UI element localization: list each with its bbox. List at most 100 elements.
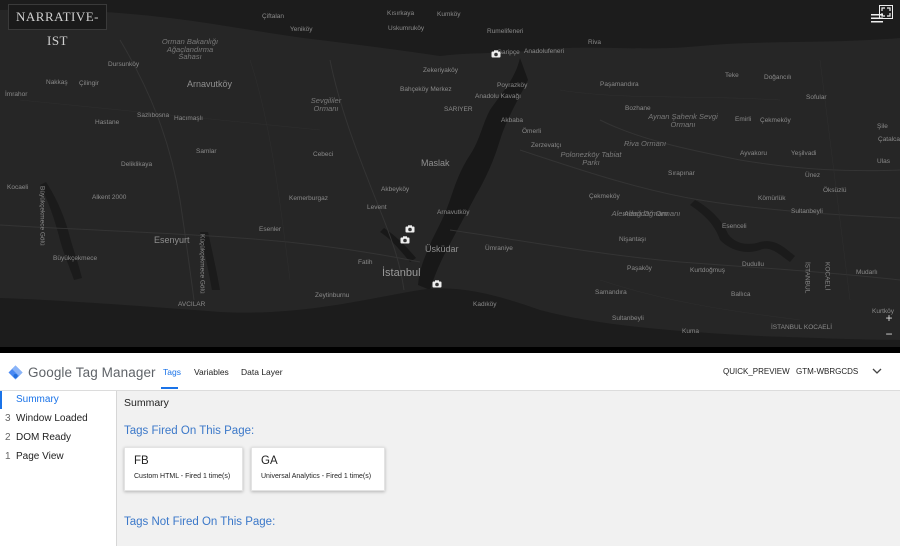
tag-card-ga[interactable]: GA Universal Analytics - Fired 1 time(s)	[251, 447, 385, 491]
map-place-label: Ballıca	[731, 291, 751, 298]
camera-marker-icon[interactable]	[432, 280, 442, 288]
event-sidebar: Summary 3 Window Loaded 2 DOM Ready 1 Pa…	[0, 391, 117, 546]
map-place-label: Arnavutköy	[187, 79, 233, 89]
map-place-label: Deliklikaya	[121, 161, 153, 168]
map-place-label: İstanbul	[382, 267, 421, 279]
map-place-label: Nakkaş	[46, 79, 68, 86]
map-place-label: Zekeriyaköy	[423, 67, 459, 74]
map-place-label: Anadolu Kavağı	[475, 93, 521, 100]
tag-name: FB	[134, 455, 149, 467]
tags-fired-heading: Tags Fired On This Page:	[124, 425, 255, 437]
map-place-label: Yeniköy	[290, 26, 313, 33]
map-place-label: Orman Bakanlığı Ağaçlandırma Sahası	[161, 37, 219, 61]
sea-of-marmara	[0, 288, 900, 347]
map-place-label: Öksüzlü	[823, 187, 847, 194]
map-place-label: Alkent 2000	[92, 194, 127, 201]
chevron-down-icon[interactable]	[872, 367, 882, 375]
map-place-label: Kocaeli	[7, 184, 29, 191]
map-place-label: SARIYER	[444, 106, 473, 113]
zoom-in-button[interactable]: +	[883, 311, 895, 325]
black-sea	[0, 0, 900, 56]
map-place-label: Arnavutköy	[437, 209, 470, 216]
container-id[interactable]: GTM-WBRGCDS	[796, 367, 858, 376]
omerli-reservoir	[690, 200, 795, 262]
product-name: Tag Manager	[75, 365, 156, 380]
map-place-label: Çatalca	[878, 136, 900, 143]
map-place-label: Akbaba	[501, 117, 524, 124]
map-place-label: Üsküdar	[425, 244, 459, 254]
map-place-label: Riva	[588, 39, 602, 46]
tab-tags[interactable]: Tags	[163, 367, 181, 377]
map-place-label: Cebeci	[313, 151, 334, 158]
map-place-label: Yeşilvadi	[791, 150, 817, 157]
sidebar-item-dom-ready[interactable]: 2 DOM Ready	[0, 429, 116, 447]
map-place-label: Dursunköy	[108, 61, 140, 68]
sidebar-item-summary[interactable]: Summary	[0, 391, 116, 409]
map-view[interactable]: Kısırkaya Kumköy Uskumruköy Rumelifeneri Riv…	[0, 0, 900, 347]
map-place-label: Dudullu	[742, 261, 765, 268]
map-place-label: Emirli	[735, 116, 752, 123]
map-place-label: Büyükçekmece	[53, 255, 98, 262]
map-place-label: Çilingir	[79, 80, 99, 87]
map-terrain	[0, 0, 900, 347]
map-place-label: Aynan Şahenk Sevgi Ormanı	[648, 112, 718, 129]
map-place-label: Kömürlük	[758, 195, 786, 202]
sidebar-item-label: Page View	[16, 451, 64, 462]
map-place-label: Ünez	[805, 172, 821, 179]
event-number: 1	[5, 451, 11, 462]
sidebar-item-window-loaded[interactable]: 3 Window Loaded	[0, 410, 116, 428]
map-place-label: Bahçeköy Merkez	[400, 86, 452, 93]
map-place-label: Nişantaşı	[619, 236, 647, 243]
camera-marker-icon[interactable]	[400, 236, 410, 244]
map-place-label: Zeytinburnu	[315, 292, 350, 299]
tab-data-layer[interactable]: Data Layer	[241, 367, 283, 377]
site-logo[interactable]: NARRATIVE-IST	[8, 4, 107, 48]
tag-description: Custom HTML - Fired 1 time(s)	[134, 473, 231, 480]
quick-preview-label: QUICK_PREVIEW	[723, 367, 790, 376]
map-place-label: Çiftalan	[262, 13, 285, 20]
golden-horn	[380, 228, 416, 262]
map-place-label: Uskumruköy	[388, 25, 425, 32]
map-place-label: Rumelifeneri	[487, 28, 524, 35]
product-title: Google Tag Manager	[28, 365, 156, 380]
map-place-label: Kurtdoğmuş	[690, 267, 726, 274]
map-place-label: Kadıköy	[473, 301, 497, 308]
map-place-label: Mudarlı	[856, 269, 878, 276]
map-place-label: Samandıra	[595, 289, 627, 296]
map-place-label: Fatih	[358, 259, 373, 266]
sidebar-item-label: Window Loaded	[16, 413, 88, 424]
camera-marker-icon[interactable]	[405, 225, 415, 233]
map-place-label: İSTANBUL KOCAELİ	[771, 324, 833, 331]
map-place-label: Teke	[725, 72, 739, 79]
tag-name: GA	[261, 455, 278, 467]
event-number: 2	[5, 432, 11, 443]
map-place-label: Sultanbeyli	[791, 208, 823, 215]
map-place-label: Zerzevatçı	[531, 142, 562, 149]
gtm-header: Google Tag Manager Tags Variables Data L…	[0, 353, 900, 391]
event-number: 3	[5, 413, 11, 424]
map-place-label: Kumköy	[437, 11, 461, 18]
map-place-label: Anadolufeneri	[524, 48, 565, 55]
tag-description: Universal Analytics - Fired 1 time(s)	[261, 473, 372, 480]
sidebar-item-page-view[interactable]: 1 Page View	[0, 448, 116, 466]
map-place-label: Sazlıbosna	[137, 112, 170, 119]
map-place-label: Çekmeköy	[589, 193, 620, 200]
map-place-label: Esenyurt	[154, 235, 190, 245]
menu-icon[interactable]	[871, 13, 883, 23]
map-place-label: Levent	[367, 204, 387, 211]
tag-card-fb[interactable]: FB Custom HTML - Fired 1 time(s)	[124, 447, 243, 491]
map-place-label: Kemerburgaz	[289, 195, 329, 202]
map-place-label: Polonezköy Tabiat Parkı	[560, 150, 622, 167]
map-place-label: Doğancılı	[764, 74, 792, 81]
map-place-label: Sofular	[806, 94, 827, 101]
active-tab-indicator	[161, 387, 178, 389]
product-google: Google	[28, 365, 73, 380]
tab-variables[interactable]: Variables	[194, 367, 229, 377]
map-place-label: Sultanbeyli	[612, 315, 644, 322]
zoom-out-button[interactable]: −	[883, 327, 895, 341]
map-place-label: Maslak	[421, 158, 450, 168]
map-place-label: Paşamandıra	[600, 81, 639, 88]
camera-marker-icon[interactable]	[491, 50, 501, 58]
map-place-label: Küçükçekmece Gölü	[198, 234, 206, 294]
map-place-label: Akbeyköy	[381, 186, 410, 193]
